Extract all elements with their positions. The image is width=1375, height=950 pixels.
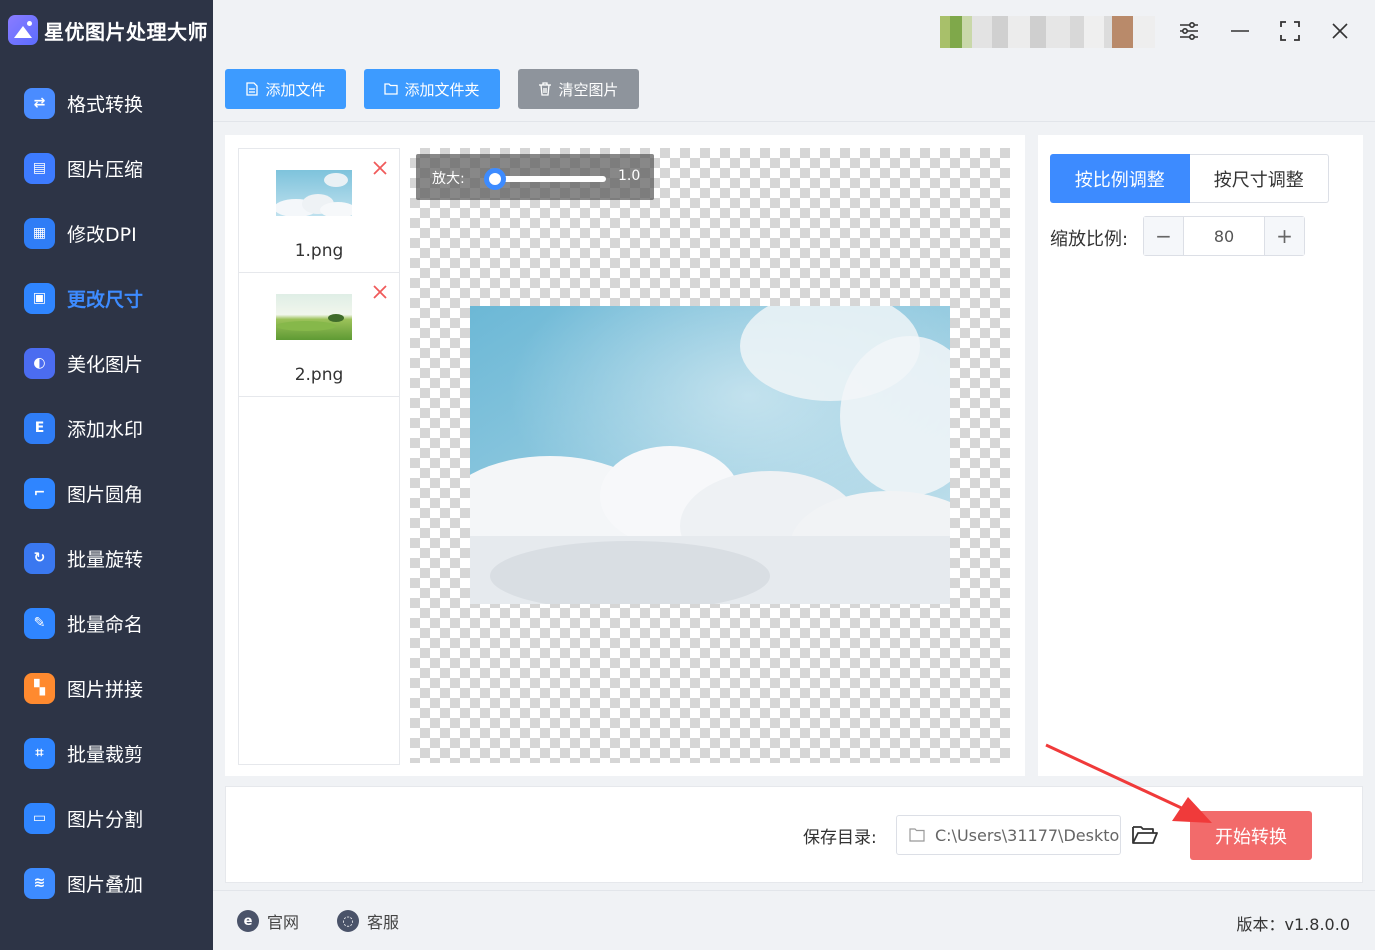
support-label: 客服 xyxy=(367,913,400,932)
footer: e 官网 ◌ 客服 版本：v1.8.0.0 xyxy=(213,890,1375,950)
scale-label: 缩放比例: xyxy=(1050,229,1129,250)
app-title: 星优图片处理大师 xyxy=(44,19,208,44)
beautify-icon: ◐ xyxy=(24,347,55,379)
image-preview-canvas[interactable]: 放大: 1.0 xyxy=(410,148,1010,763)
workspace-panel: 1.png 2.png 放大: 1.0 xyxy=(225,135,1025,776)
chat-support-icon: ◌ xyxy=(337,910,359,932)
resize-icon: ▣ xyxy=(24,282,55,314)
sidebar-item[interactable]: ≋ 图片叠加 xyxy=(0,858,213,908)
toolbar: 添加文件 添加文件夹 清空图片 xyxy=(213,60,1375,122)
sidebar-item-label: 批量旋转 xyxy=(67,548,144,571)
sidebar-item-label: 图片拼接 xyxy=(67,678,144,701)
user-avatar-blurred[interactable] xyxy=(940,16,1155,48)
folder-icon xyxy=(384,82,399,96)
sidebar-item-label: 批量裁剪 xyxy=(67,743,144,766)
resize-mode-tabs: 按比例调整 按尺寸调整 xyxy=(1050,154,1329,203)
zoom-slider-handle[interactable] xyxy=(484,168,506,190)
file-thumbnail-meadow xyxy=(276,294,352,340)
file-name: 1.png xyxy=(294,241,344,261)
save-path-value: C:\Users\31177\Deskto xyxy=(935,825,1120,845)
trash-icon xyxy=(538,82,552,96)
sidebar-item[interactable]: ✎ 批量命名 xyxy=(0,598,213,648)
add-folder-button[interactable]: 添加文件夹 xyxy=(364,69,500,109)
settings-icon[interactable] xyxy=(1174,16,1204,46)
website-label: 官网 xyxy=(267,913,300,932)
output-panel: 保存目录: C:\Users\31177\Deskto 开始转换 xyxy=(225,786,1363,883)
add-file-button[interactable]: 添加文件 xyxy=(225,69,346,109)
zoom-value: 1.0 xyxy=(618,168,641,184)
file-thumbnail-sky xyxy=(274,170,356,218)
remove-file-icon[interactable] xyxy=(371,159,389,177)
add-file-label: 添加文件 xyxy=(265,80,326,99)
decrement-button[interactable]: − xyxy=(1144,217,1184,255)
file-item[interactable]: 1.png xyxy=(239,149,399,273)
tab-resize-by-ratio[interactable]: 按比例调整 xyxy=(1050,154,1190,203)
file-item[interactable]: 2.png xyxy=(239,273,399,397)
scale-stepper: − 80 + xyxy=(1143,216,1305,256)
browser-icon: e xyxy=(237,910,259,932)
sidebar: 星优图片处理大师 ⇄ 格式转换 ▤ 图片压缩 ▦ 修改DPI ▣ 更改尺寸 ◐ 美化图片 E 添加水印… xyxy=(0,0,213,950)
sidebar-item[interactable]: ⌗ 批量裁剪 xyxy=(0,728,213,778)
sidebar-item-label: 图片压缩 xyxy=(67,158,144,181)
website-link[interactable]: e 官网 xyxy=(237,909,299,933)
tab-resize-by-size[interactable]: 按尺寸调整 xyxy=(1189,154,1329,203)
sidebar-item-label: 添加水印 xyxy=(67,418,144,441)
puzzle-icon: ▚ xyxy=(24,672,55,704)
sidebar-item[interactable]: ▭ 图片分割 xyxy=(0,793,213,843)
rename-icon: ✎ xyxy=(24,607,55,639)
sidebar-item[interactable]: ⌐ 图片圆角 xyxy=(0,468,213,518)
maximize-icon[interactable] xyxy=(1275,16,1305,46)
sidebar-item-label: 图片叠加 xyxy=(67,873,144,896)
format-convert-icon: ⇄ xyxy=(24,87,55,119)
dpi-icon: ▦ xyxy=(24,217,55,249)
sidebar-item[interactable]: ◐ 美化图片 xyxy=(0,338,213,388)
scale-input[interactable]: 80 xyxy=(1184,217,1264,255)
crop-icon: ⌗ xyxy=(24,737,55,769)
split-icon: ▭ xyxy=(24,802,55,834)
rotate-icon: ↻ xyxy=(24,542,55,574)
preview-image xyxy=(470,306,950,604)
sidebar-item-label: 美化图片 xyxy=(67,353,144,376)
sidebar-item-label: 图片分割 xyxy=(67,808,144,831)
round-corner-icon: ⌐ xyxy=(24,477,55,509)
file-name: 2.png xyxy=(294,365,344,385)
clear-images-button[interactable]: 清空图片 xyxy=(518,69,639,109)
sidebar-item-label: 更改尺寸 xyxy=(67,288,144,311)
save-directory-label: 保存目录: xyxy=(803,828,877,848)
layers-icon: ≋ xyxy=(24,867,55,899)
sidebar-item[interactable]: ▚ 图片拼接 xyxy=(0,663,213,713)
compress-icon: ▤ xyxy=(24,152,55,184)
watermark-icon: E xyxy=(24,412,55,444)
zoom-label: 放大: xyxy=(432,171,465,187)
add-folder-label: 添加文件夹 xyxy=(404,80,480,99)
save-path-field[interactable]: C:\Users\31177\Deskto xyxy=(896,815,1121,855)
app-logo-icon xyxy=(8,15,38,45)
close-icon[interactable] xyxy=(1325,16,1355,46)
sidebar-item-label: 修改DPI xyxy=(67,223,137,246)
zoom-control: 放大: 1.0 xyxy=(416,154,654,200)
app-header: 星优图片处理大师 xyxy=(8,12,208,48)
remove-file-icon[interactable] xyxy=(371,283,389,301)
title-bar xyxy=(213,0,1375,60)
file-list: 1.png 2.png xyxy=(238,148,400,765)
sidebar-item[interactable]: ↻ 批量旋转 xyxy=(0,533,213,583)
sidebar-item[interactable]: ⇄ 格式转换 xyxy=(0,78,213,128)
sidebar-item-label: 图片圆角 xyxy=(67,483,144,506)
file-icon xyxy=(245,82,259,96)
sidebar-item[interactable]: ▤ 图片压缩 xyxy=(0,143,213,193)
start-convert-button[interactable]: 开始转换 xyxy=(1190,811,1312,860)
minimize-icon[interactable] xyxy=(1225,16,1255,46)
folder-small-icon xyxy=(909,828,925,842)
increment-button[interactable]: + xyxy=(1264,217,1304,255)
sidebar-item[interactable]: E 添加水印 xyxy=(0,403,213,453)
browse-folder-icon[interactable] xyxy=(1131,821,1159,849)
sidebar-item-label: 批量命名 xyxy=(67,613,144,636)
support-link[interactable]: ◌ 客服 xyxy=(337,909,399,933)
sidebar-item[interactable]: ▣ 更改尺寸 xyxy=(0,273,213,323)
clear-images-label: 清空图片 xyxy=(558,80,619,99)
sidebar-item-label: 格式转换 xyxy=(67,93,144,116)
version-text: 版本：v1.8.0.0 xyxy=(1236,915,1350,934)
settings-panel: 按比例调整 按尺寸调整 缩放比例: − 80 + xyxy=(1038,135,1363,776)
sidebar-item[interactable]: ▦ 修改DPI xyxy=(0,208,213,258)
